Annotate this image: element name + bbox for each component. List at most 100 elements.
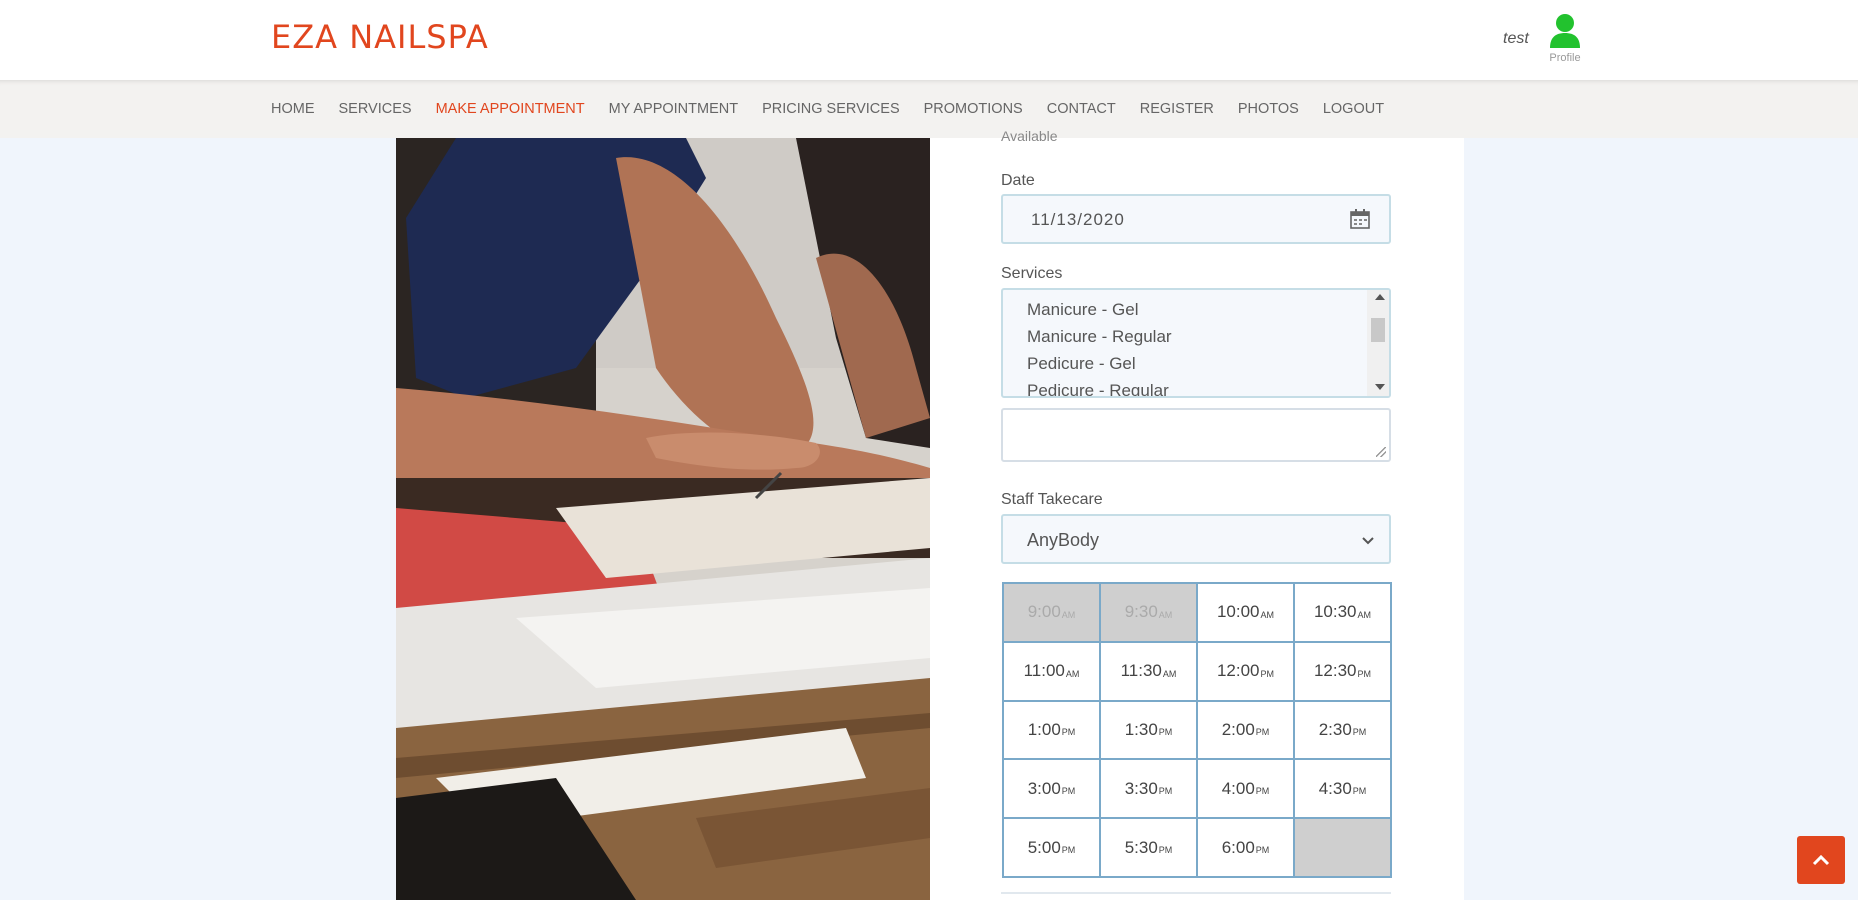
scroll-up-icon[interactable] (1375, 294, 1385, 300)
time-slot-time: 3:30 (1124, 778, 1158, 798)
nav-item-photos[interactable]: PHOTOS (1238, 101, 1299, 117)
time-slot-ampm: PM (1158, 727, 1173, 738)
nav-item-promotions[interactable]: PROMOTIONS (924, 101, 1023, 117)
time-slot-ampm: AM (1357, 609, 1372, 620)
time-slot-ampm: AM (1260, 609, 1275, 620)
nav-item-logout[interactable]: LOGOUT (1323, 101, 1384, 117)
time-slot-ampm: AM (1065, 668, 1080, 679)
nav-item-make-appointment[interactable]: MAKE APPOINTMENT (436, 101, 585, 117)
time-slot-time: 12:00 (1216, 661, 1260, 681)
staff-select[interactable]: AnyBody (1001, 514, 1391, 564)
time-slot-time: 1:00 (1027, 719, 1061, 739)
time-slot[interactable]: 10:30 AM (1295, 584, 1390, 641)
time-slot-grid: 9:00 AM 9:30 AM 10:00 AM 10:30 AM 11:00 AM 11:30 AM… (1002, 582, 1392, 878)
service-option[interactable]: Manicure - Gel (1027, 300, 1138, 320)
time-slot[interactable]: 5:00 PM (1004, 819, 1099, 876)
time-slot-ampm: AM (1162, 668, 1177, 679)
back-to-top-button[interactable] (1797, 836, 1845, 884)
nav-item-contact[interactable]: CONTACT (1047, 101, 1116, 117)
radio-option-partial[interactable]: Available (1001, 128, 1058, 144)
resize-grip-icon[interactable] (1376, 447, 1386, 457)
time-slot-time: 3:00 (1027, 778, 1061, 798)
time-slot-ampm: PM (1061, 786, 1076, 797)
nav-item-home[interactable]: HOME (271, 101, 315, 117)
time-slot-ampm: PM (1158, 786, 1173, 797)
calendar-icon[interactable] (1349, 208, 1371, 230)
main-nav: HOME SERVICES MAKE APPOINTMENT MY APPOINTME… (271, 80, 1408, 138)
services-scrollbar[interactable] (1367, 290, 1389, 396)
chevron-up-icon (1812, 854, 1830, 866)
time-slot[interactable]: 1:00 PM (1004, 701, 1099, 759)
nav-item-services[interactable]: SERVICES (339, 101, 412, 117)
date-value: 11/13/2020 (1031, 210, 1125, 229)
time-slot-time: 5:00 (1027, 837, 1061, 857)
time-slot-ampm: AM (1061, 609, 1076, 620)
time-slot[interactable]: 3:00 PM (1004, 760, 1099, 818)
time-slot[interactable]: 5:30 PM (1101, 819, 1196, 876)
time-slot[interactable]: 6:00 PM (1198, 819, 1293, 876)
time-slot-ampm: PM (1352, 786, 1367, 797)
time-slot[interactable]: 4:30 PM (1295, 760, 1390, 818)
time-slot-time: 9:30 (1124, 602, 1158, 622)
time-slot-ampm: PM (1158, 845, 1173, 856)
staff-label: Staff Takecare (1001, 491, 1103, 508)
header: EZA NAILSPA test Profile (0, 0, 1858, 80)
date-input[interactable]: 11/13/2020 (1001, 194, 1391, 244)
staff-selected-value: AnyBody (1027, 530, 1100, 550)
time-slot-time: 11:30 (1120, 661, 1162, 681)
time-slot[interactable]: 1:30 PM (1101, 701, 1196, 759)
chevron-down-icon (1362, 537, 1374, 545)
time-slot-time: 11:00 (1023, 661, 1065, 681)
time-slot: 9:00 AM (1004, 584, 1099, 641)
time-slot-time: 2:30 (1318, 719, 1352, 739)
nav-item-register[interactable]: REGISTER (1140, 101, 1214, 117)
hero-photo (396, 138, 930, 900)
time-slot-ampm: PM (1255, 727, 1270, 738)
time-slot[interactable]: 10:00 AM (1198, 584, 1293, 641)
time-slot-ampm: PM (1255, 845, 1270, 856)
scroll-down-icon[interactable] (1375, 384, 1385, 390)
time-slot-ampm: AM (1158, 609, 1173, 620)
brand-logo[interactable]: EZA NAILSPA (271, 18, 489, 56)
scroll-thumb[interactable] (1371, 318, 1385, 342)
time-slot-time: 9:00 (1027, 602, 1061, 622)
time-slot[interactable]: 2:00 PM (1198, 701, 1293, 759)
time-slot-ampm: PM (1352, 727, 1367, 738)
time-slot-ampm: PM (1061, 845, 1076, 856)
profile-label: Profile (1549, 52, 1581, 64)
time-slot-ampm: PM (1061, 727, 1076, 738)
username: test (1503, 30, 1529, 47)
time-slot-ampm: PM (1255, 786, 1270, 797)
time-slot-time: 6:00 (1221, 837, 1255, 857)
time-slot[interactable]: 12:30 PM (1295, 642, 1390, 700)
time-slot-time: 1:30 (1124, 719, 1158, 739)
profile-button[interactable]: Profile (1540, 12, 1590, 70)
time-slot[interactable]: 11:00 AM (1004, 642, 1099, 700)
navbar: HOME SERVICES MAKE APPOINTMENT MY APPOINTME… (0, 80, 1858, 138)
time-slot-time: 5:30 (1124, 837, 1158, 857)
time-slot[interactable]: 4:00 PM (1198, 760, 1293, 818)
time-slot: 9:30 AM (1101, 584, 1196, 641)
time-slot-ampm: PM (1357, 668, 1372, 679)
notes-textarea[interactable] (1001, 408, 1391, 462)
time-slot-time: 4:30 (1318, 778, 1352, 798)
date-label: Date (1001, 172, 1035, 189)
time-slot-time: 10:30 (1313, 602, 1357, 622)
time-slot[interactable]: 12:00 PM (1198, 642, 1293, 700)
service-option[interactable]: Pedicure - Regular (1027, 381, 1169, 396)
time-slot-ampm: PM (1260, 668, 1275, 679)
service-option[interactable]: Manicure - Regular (1027, 327, 1172, 347)
divider (1001, 892, 1391, 894)
services-multiselect[interactable]: Manicure - Gel Manicure - Regular Pedicure… (1001, 288, 1391, 398)
time-slot-time: 2:00 (1221, 719, 1255, 739)
time-slot-time: 12:30 (1313, 661, 1357, 681)
user-icon (1550, 14, 1580, 48)
time-slot[interactable]: 3:30 PM (1101, 760, 1196, 818)
services-label: Services (1001, 265, 1063, 282)
service-option[interactable]: Pedicure - Gel (1027, 354, 1136, 374)
time-slot[interactable]: 2:30 PM (1295, 701, 1390, 759)
nav-item-pricing-services[interactable]: PRICING SERVICES (762, 101, 900, 117)
time-slot[interactable]: 11:30 AM (1101, 642, 1196, 700)
nav-item-my-appointment[interactable]: MY APPOINTMENT (609, 101, 738, 117)
time-slot-time: 10:00 (1216, 602, 1260, 622)
